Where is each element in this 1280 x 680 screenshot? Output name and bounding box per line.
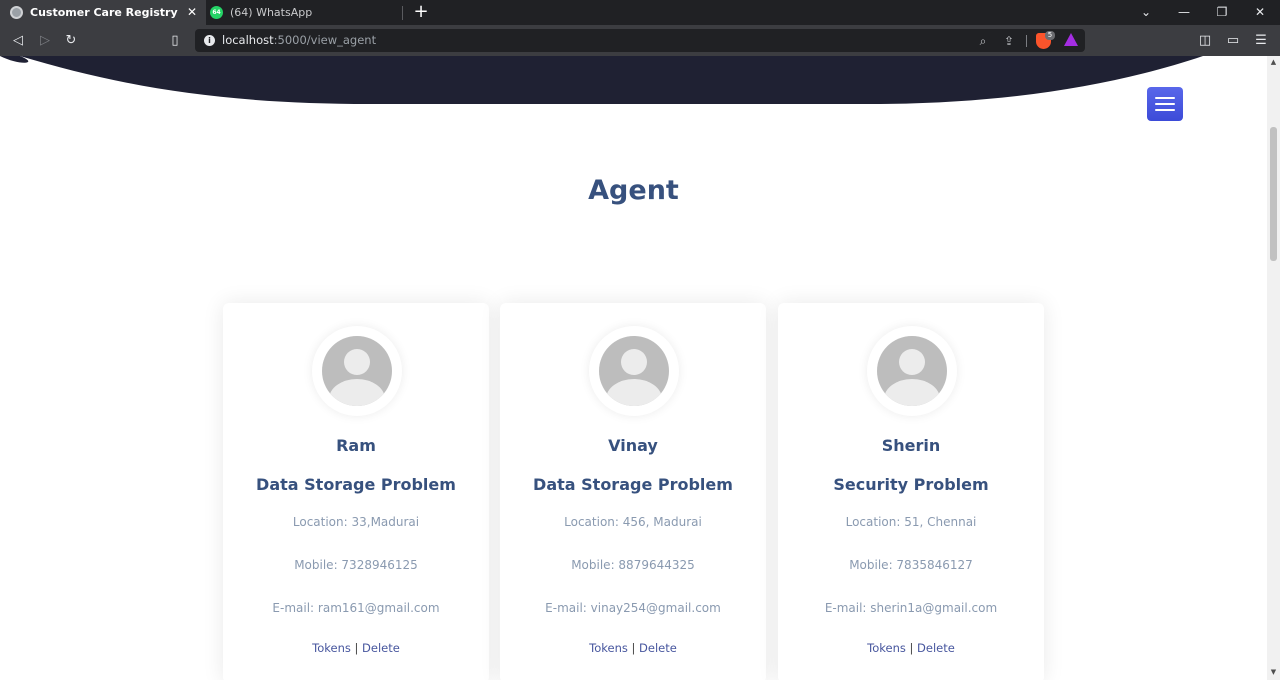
minimize-button[interactable]: — xyxy=(1165,0,1203,25)
browser-tab-bar: Customer Care Registry ✕ 64 (64) WhatsAp… xyxy=(0,0,1280,25)
agent-card-sherin: Sherin Security Problem Location: 51, Ch… xyxy=(778,303,1044,680)
page-scrollbar[interactable]: ▲ ▼ xyxy=(1267,56,1280,680)
new-tab-button[interactable]: + xyxy=(412,2,430,22)
share-icon[interactable]: ⇪ xyxy=(1000,32,1018,50)
whatsapp-icon: 64 xyxy=(210,6,223,19)
sidebar-icon[interactable]: ◫ xyxy=(1195,31,1215,51)
url-text[interactable]: localhost:5000/view_agent xyxy=(222,33,376,47)
tab-whatsapp[interactable]: 64 (64) WhatsApp xyxy=(206,0,402,25)
agent-location: Location: 456, Madurai xyxy=(564,515,702,529)
tab-customer-care-registry[interactable]: Customer Care Registry ✕ xyxy=(0,0,206,25)
delete-link[interactable]: Delete xyxy=(362,641,400,655)
user-icon xyxy=(599,336,669,406)
wallet-icon[interactable]: ▭ xyxy=(1223,31,1243,51)
menu-icon[interactable]: ☰ xyxy=(1251,31,1271,51)
avatar xyxy=(312,326,402,416)
agent-actions: Tokens | Delete xyxy=(500,641,766,655)
zoom-icon[interactable]: ⌕ xyxy=(974,32,992,50)
user-icon xyxy=(877,336,947,406)
separator: | xyxy=(909,641,914,655)
site-info-icon[interactable]: i xyxy=(204,35,215,46)
agent-name: Vinay xyxy=(608,436,658,455)
bookmark-icon[interactable]: ▯ xyxy=(165,31,185,51)
brave-shield-icon[interactable]: 5 xyxy=(1036,31,1055,49)
user-icon xyxy=(322,336,392,406)
agent-mobile: Mobile: 7835846127 xyxy=(849,558,973,572)
agent-problem: Data Storage Problem xyxy=(533,475,733,494)
globe-icon xyxy=(10,6,23,19)
restore-button[interactable]: ❐ xyxy=(1203,0,1241,25)
separator: | xyxy=(354,641,359,655)
scroll-down-icon[interactable]: ▼ xyxy=(1269,668,1278,677)
forward-icon[interactable]: ▷ xyxy=(35,31,55,51)
delete-link[interactable]: Delete xyxy=(639,641,677,655)
page-content: Agent Ram Data Storage Problem Location:… xyxy=(0,56,1267,680)
avatar xyxy=(589,326,679,416)
agent-problem: Security Problem xyxy=(833,475,989,494)
tab-title: (64) WhatsApp xyxy=(230,6,313,19)
omnibox-divider xyxy=(1026,35,1027,47)
tab-search-chevron-down-icon[interactable]: ⌄ xyxy=(1127,0,1165,25)
shield-count-badge: 5 xyxy=(1045,31,1055,40)
hero-curve xyxy=(0,56,1203,104)
agent-actions: Tokens | Delete xyxy=(778,641,1044,655)
reload-icon[interactable]: ↻ xyxy=(61,31,81,51)
agent-location: Location: 33,Madurai xyxy=(292,515,420,529)
tokens-link[interactable]: Tokens xyxy=(867,641,906,655)
agent-problem: Data Storage Problem xyxy=(256,475,456,494)
agent-email: E-mail: vinay254@gmail.com xyxy=(545,601,721,615)
scroll-up-icon[interactable]: ▲ xyxy=(1269,58,1278,67)
agent-card-vinay: Vinay Data Storage Problem Location: 456… xyxy=(500,303,766,680)
close-icon[interactable]: ✕ xyxy=(185,5,199,19)
agent-card-ram: Ram Data Storage Problem Location: 33,Ma… xyxy=(223,303,489,680)
separator: | xyxy=(631,641,636,655)
browser-toolbar: ◁ ▷ ↻ ▯ i localhost:5000/view_agent ⌕ ⇪ … xyxy=(0,25,1280,56)
agent-actions: Tokens | Delete xyxy=(223,641,489,655)
hamburger-menu-button[interactable] xyxy=(1147,87,1183,121)
agent-name: Ram xyxy=(336,436,376,455)
tab-title: Customer Care Registry xyxy=(30,6,178,19)
agent-email: E-mail: ram161@gmail.com xyxy=(272,601,440,615)
agent-mobile: Mobile: 7328946125 xyxy=(294,558,418,572)
delete-link[interactable]: Delete xyxy=(917,641,955,655)
tab-divider xyxy=(402,6,403,20)
close-window-button[interactable]: ✕ xyxy=(1241,0,1279,25)
page-title: Agent xyxy=(588,175,679,206)
tokens-link[interactable]: Tokens xyxy=(312,641,351,655)
agent-mobile: Mobile: 8879644325 xyxy=(571,558,695,572)
back-icon[interactable]: ◁ xyxy=(8,31,28,51)
tokens-link[interactable]: Tokens xyxy=(589,641,628,655)
agent-name: Sherin xyxy=(881,436,941,455)
address-bar[interactable]: i localhost:5000/view_agent ⌕ ⇪ 5 xyxy=(195,29,1085,52)
agent-email: E-mail: sherin1a@gmail.com xyxy=(824,601,998,615)
brave-rewards-icon[interactable] xyxy=(1064,33,1078,46)
agent-location: Location: 51, Chennai xyxy=(845,515,977,529)
avatar xyxy=(867,326,957,416)
scrollbar-thumb[interactable] xyxy=(1270,127,1277,261)
